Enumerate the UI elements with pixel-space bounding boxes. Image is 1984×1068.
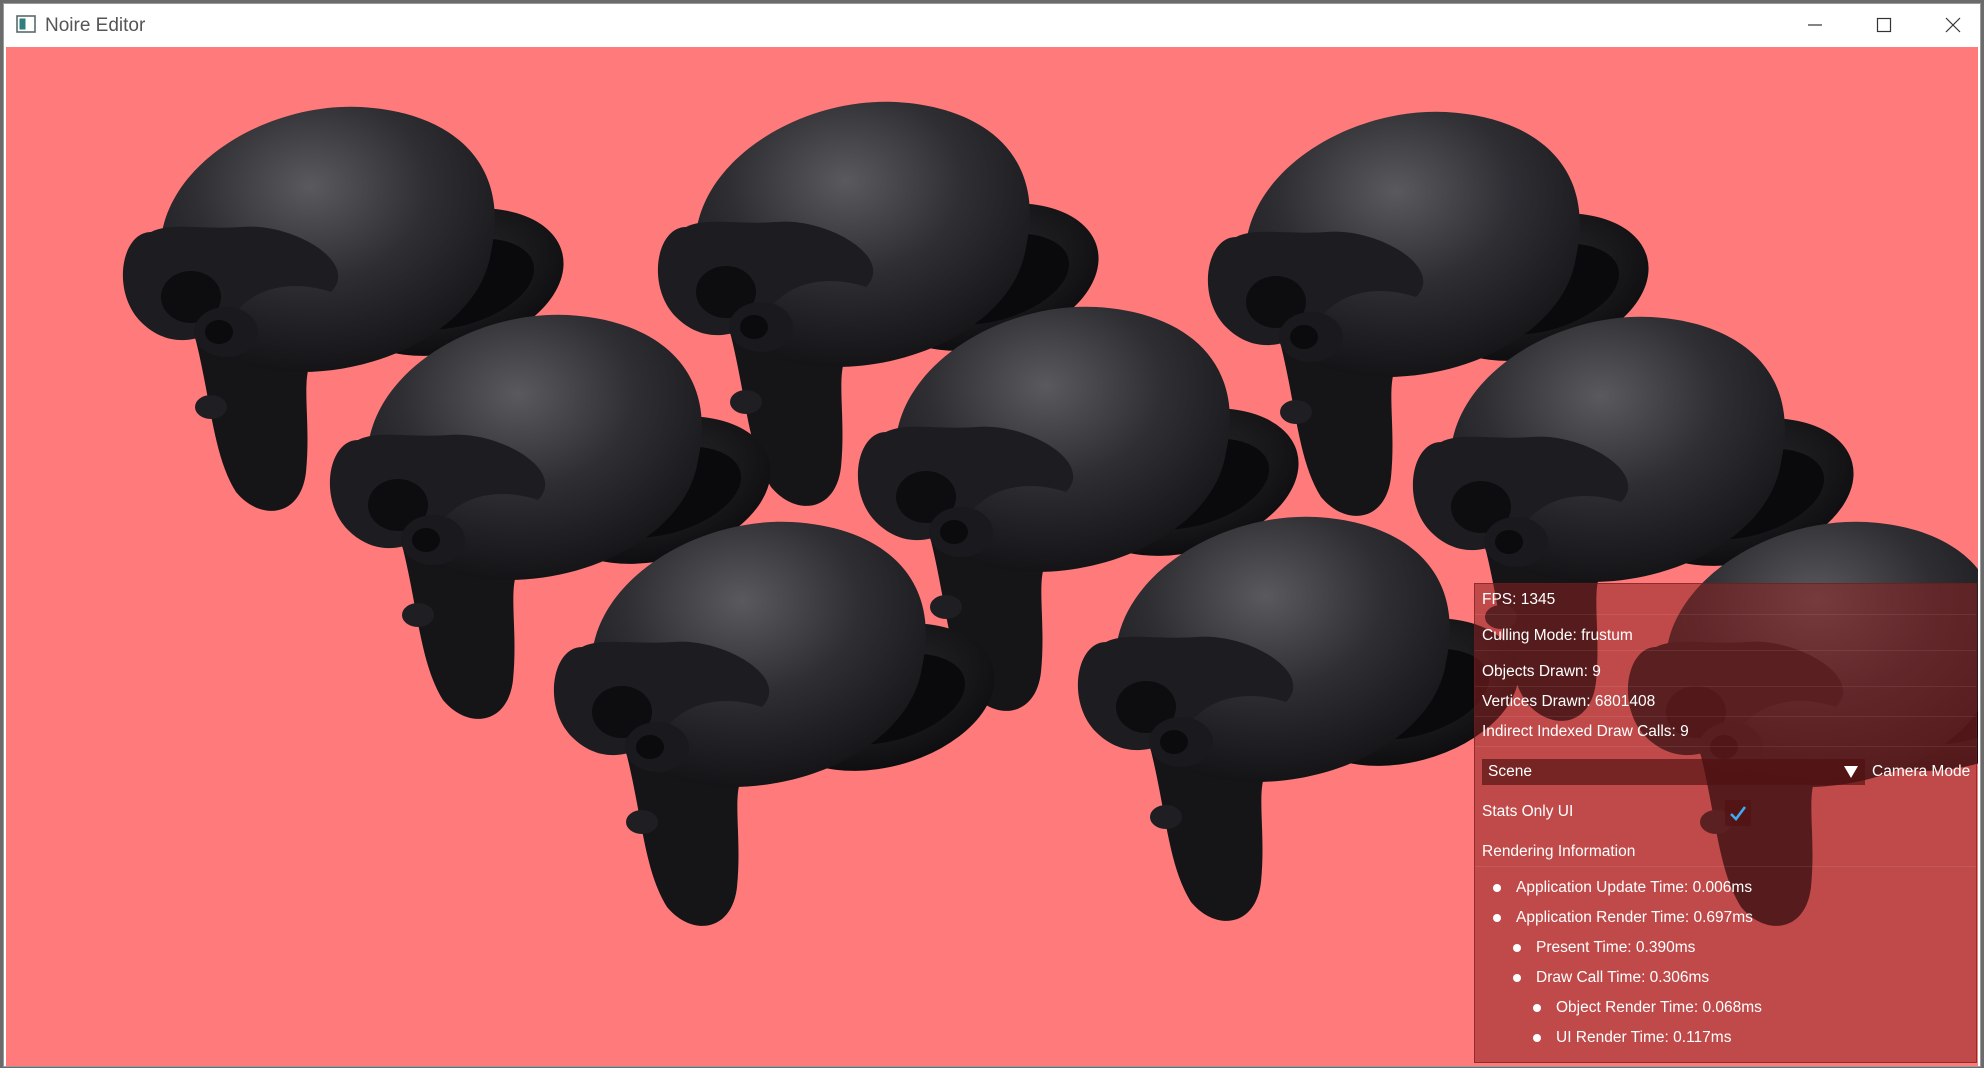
stats-only-label: Stats Only UI <box>1482 803 1574 820</box>
list-item: Present Time: 0.390ms <box>1513 933 1695 963</box>
app-window-icon <box>16 15 36 33</box>
title-bar[interactable]: Noire Editor <box>4 4 1980 46</box>
camera-mode-dropdown[interactable]: Scene <box>1482 759 1865 785</box>
present-time: Present Time: 0.390ms <box>1536 939 1696 956</box>
list-item: Application Update Time: 0.006ms <box>1493 873 1752 903</box>
app-render-time: Application Render Time: 0.697ms <box>1516 909 1753 926</box>
maximize-icon <box>1876 17 1892 33</box>
stats-panel: FPS: 1345 Culling Mode: frustum Objects … <box>1474 583 1977 1063</box>
app-update-time: Application Update Time: 0.006ms <box>1516 879 1753 896</box>
close-button[interactable] <box>1918 4 1980 46</box>
triangle-down-icon <box>1844 766 1858 778</box>
list-item: Application Render Time: 0.697ms <box>1493 903 1753 933</box>
maximize-button[interactable] <box>1849 4 1919 46</box>
draw-call-time: Draw Call Time: 0.306ms <box>1536 969 1710 986</box>
bullet-icon <box>1493 914 1501 922</box>
bullet-icon <box>1513 974 1521 982</box>
window-title: Noire Editor <box>45 15 146 36</box>
close-icon <box>1945 17 1961 33</box>
list-item: Object Render Time: 0.068ms <box>1533 993 1762 1023</box>
render-viewport[interactable]: FPS: 1345 Culling Mode: frustum Objects … <box>6 47 1978 1066</box>
culling-mode-stat: Culling Mode: frustum <box>1475 621 1976 651</box>
bullet-icon <box>1513 944 1521 952</box>
camera-mode-value: Scene <box>1488 763 1532 780</box>
app-window: Noire Editor FPS: 1345 Culling Mode: fru… <box>3 3 1981 1067</box>
checkmark-icon <box>1730 806 1747 821</box>
fps-stat: FPS: 1345 <box>1475 585 1976 615</box>
bullet-icon <box>1533 1034 1541 1042</box>
camera-mode-label: Camera Mode <box>1872 763 1971 780</box>
bullet-icon <box>1533 1004 1541 1012</box>
objects-drawn-stat: Objects Drawn: 9 <box>1475 657 1976 687</box>
minimize-button[interactable] <box>1780 4 1850 46</box>
ui-render-time: UI Render Time: 0.117ms <box>1556 1029 1732 1046</box>
minimize-icon <box>1808 24 1822 26</box>
draw-calls-stat: Indirect Indexed Draw Calls: 9 <box>1475 717 1976 747</box>
list-item: Draw Call Time: 0.306ms <box>1513 963 1709 993</box>
object-render-time: Object Render Time: 0.068ms <box>1556 999 1762 1016</box>
rendering-info-header[interactable]: Rendering Information <box>1475 837 1976 867</box>
list-item: UI Render Time: 0.117ms <box>1533 1023 1731 1053</box>
bullet-icon <box>1493 884 1501 892</box>
stats-only-checkbox[interactable] <box>1725 800 1751 826</box>
vertices-drawn-stat: Vertices Drawn: 6801408 <box>1475 687 1976 717</box>
